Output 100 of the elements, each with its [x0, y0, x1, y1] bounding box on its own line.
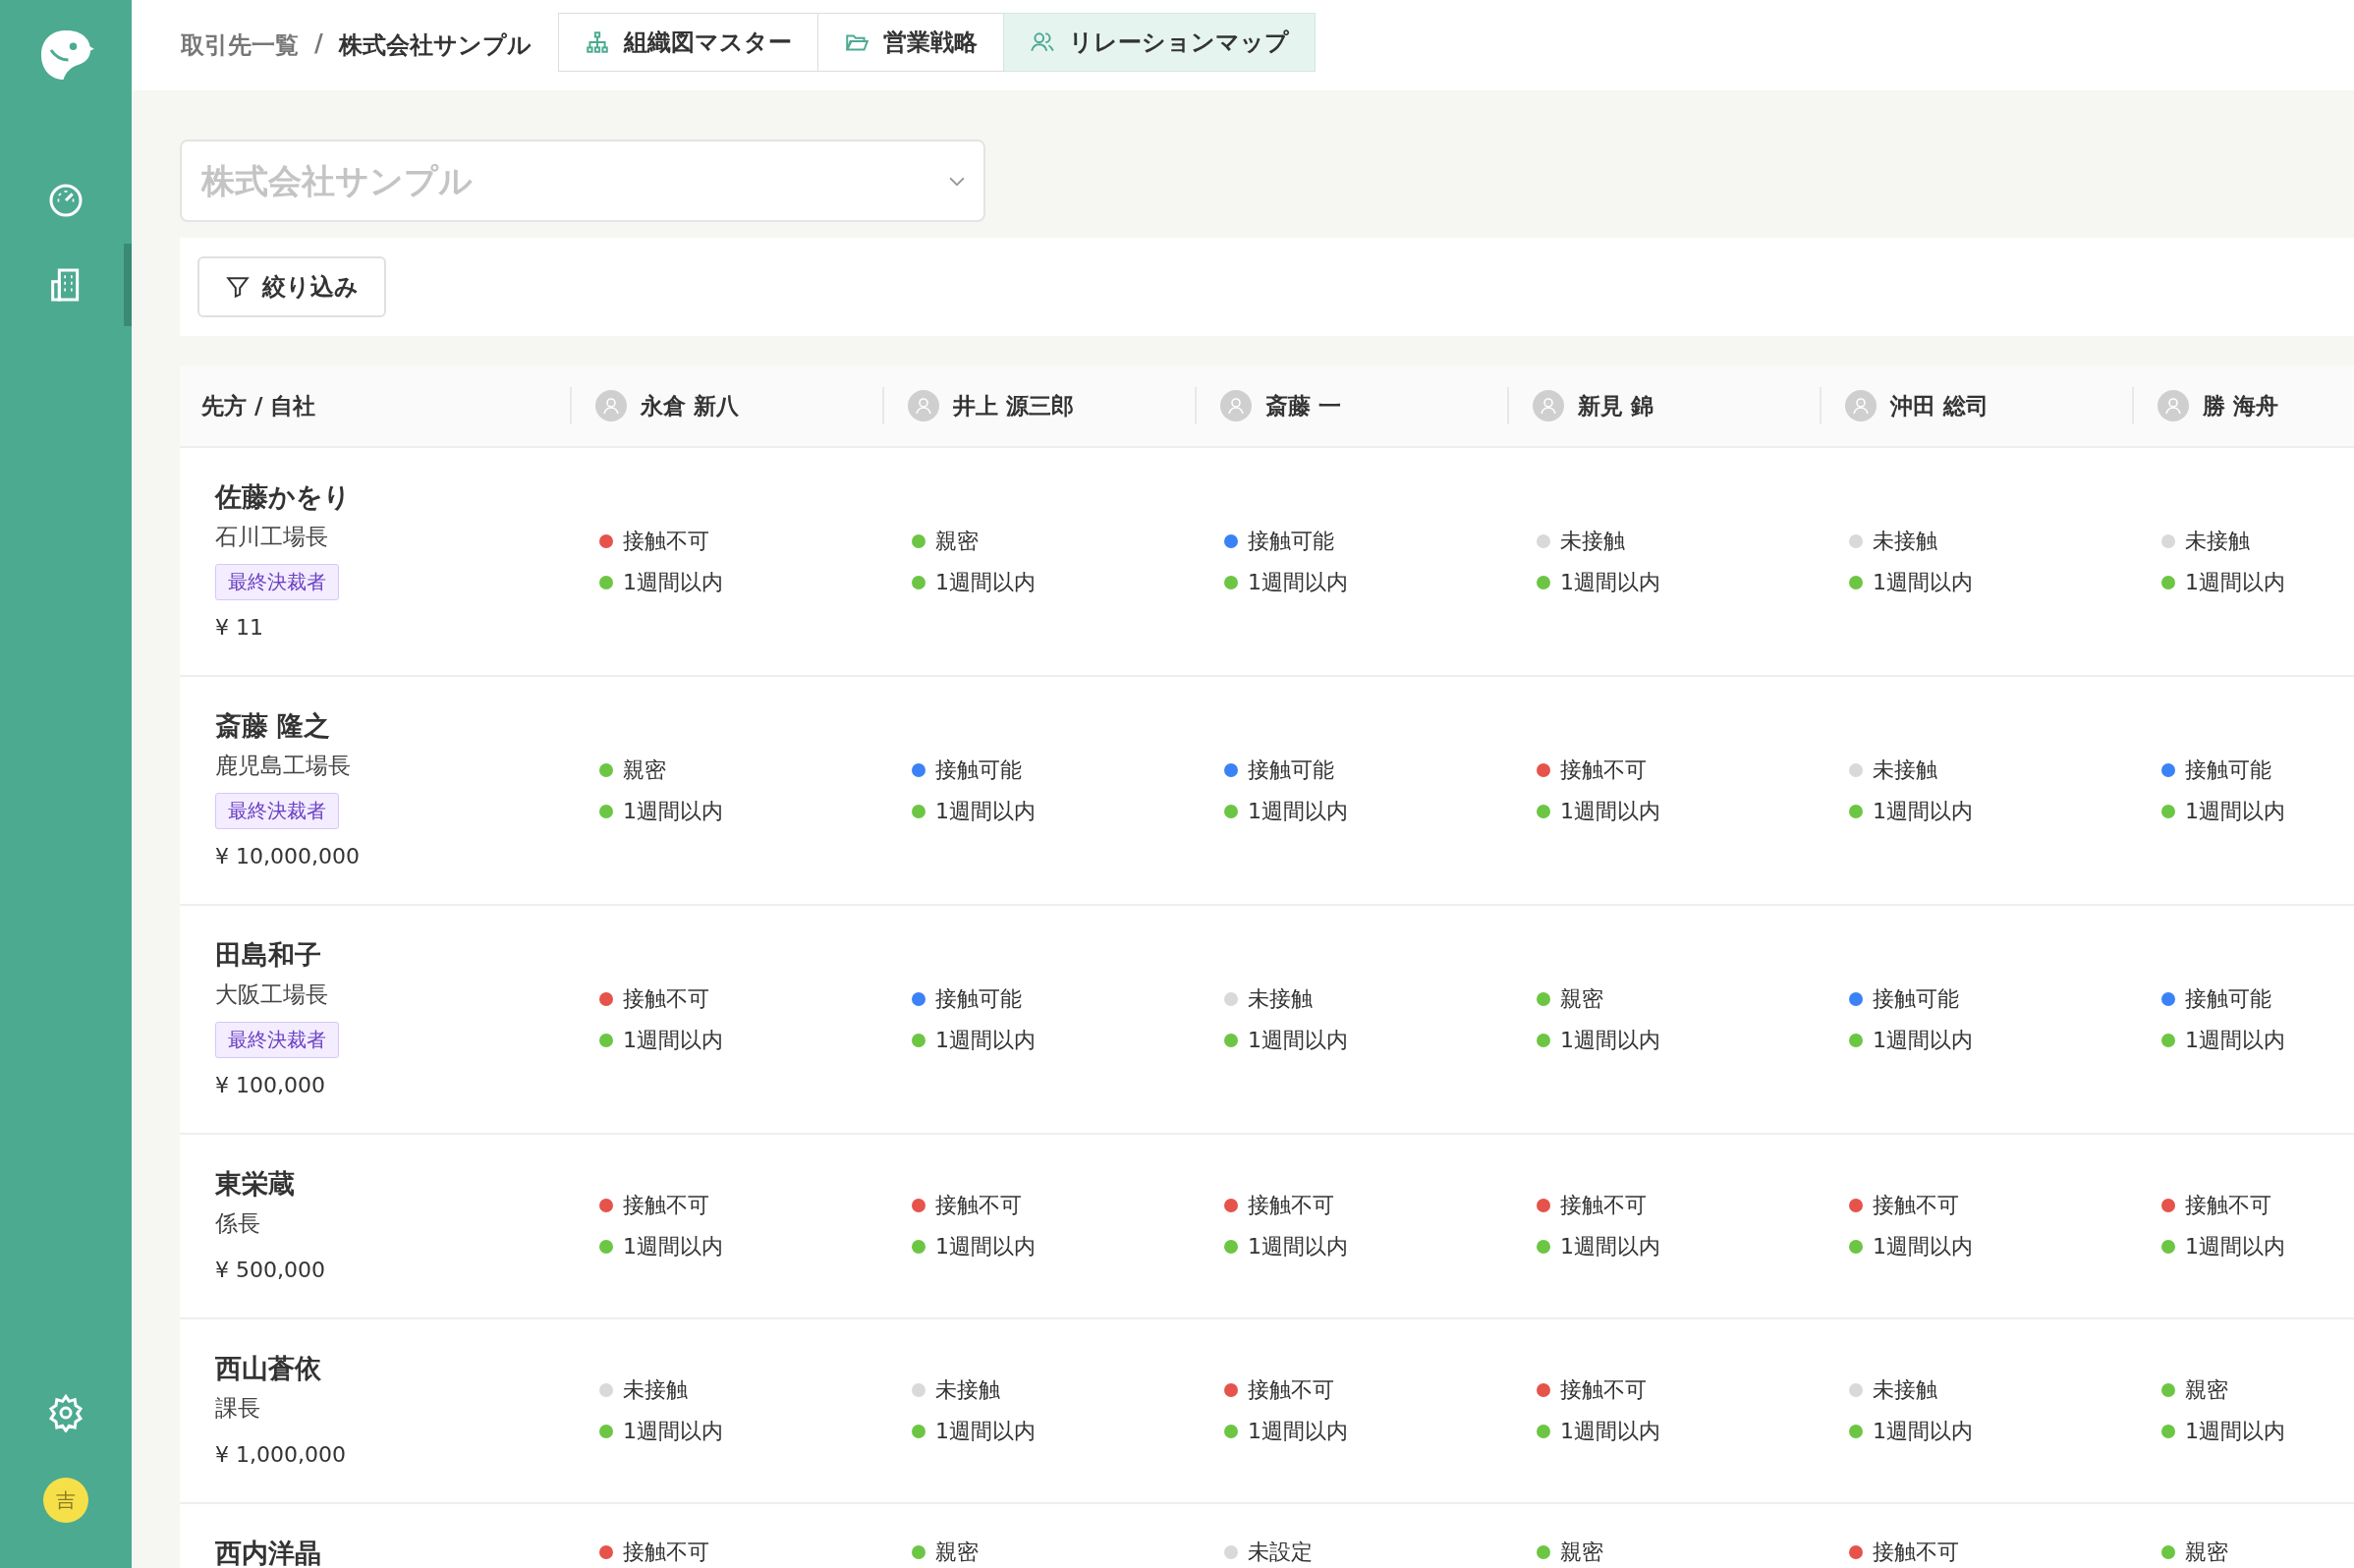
- deal-amount: ¥ 1,000,000: [215, 1441, 346, 1469]
- person-title: 課長: [215, 1394, 260, 1423]
- last-contact: 1週間以内: [2185, 568, 2285, 596]
- last-contact: 1週間以内: [935, 797, 1036, 825]
- relation-status: 接触不可: [623, 1192, 709, 1219]
- last-contact: 1週間以内: [623, 797, 723, 825]
- column-header: 井上 源三郎: [953, 391, 1074, 420]
- last-contact: 1週間以内: [1248, 1026, 1348, 1054]
- person-name: 斎藤 隆之: [215, 709, 331, 743]
- person-avatar-icon: [1220, 390, 1252, 421]
- person-avatar-icon: [1845, 390, 1877, 421]
- person-name: 西山蒼依: [215, 1352, 321, 1385]
- last-contact: 1週間以内: [2185, 1233, 2285, 1260]
- person-title: 係長: [215, 1209, 260, 1238]
- relation-status: 接触可能: [1248, 756, 1334, 784]
- person-name: 西内洋晶: [215, 1537, 321, 1568]
- breadcrumb-link[interactable]: 取引先一覧: [181, 29, 299, 61]
- person-name: 佐藤かをり: [215, 480, 351, 514]
- last-contact: 1週間以内: [1248, 1233, 1348, 1260]
- deal-amount: ¥ 10,000,000: [215, 843, 360, 870]
- last-contact: 1週間以内: [935, 1233, 1036, 1260]
- relation-status: 接触不可: [623, 527, 709, 555]
- last-contact: 1週間以内: [1248, 797, 1348, 825]
- relation-status: 接触可能: [1873, 984, 1959, 1013]
- last-contact: 1週間以内: [935, 1026, 1036, 1054]
- column-header: 先方 / 自社: [201, 391, 316, 420]
- relation-status: 未接触: [1560, 527, 1625, 555]
- last-contact: 1週間以内: [1560, 797, 1660, 825]
- relation-status: 未接触: [1873, 1376, 1937, 1404]
- relation-status: 接触不可: [1248, 1192, 1334, 1219]
- relation-status: 接触可能: [1248, 527, 1334, 555]
- breadcrumb-current: 株式会社サンプル: [338, 30, 532, 61]
- person-name: 東栄蔵: [215, 1167, 295, 1201]
- column-header: 永倉 新八: [641, 391, 739, 420]
- filter-icon: [225, 274, 251, 300]
- last-contact: 1週間以内: [935, 1418, 1036, 1445]
- relation-status: 未接触: [1873, 527, 1937, 555]
- relation-status: 接触不可: [2185, 1192, 2271, 1219]
- last-contact: 1週間以内: [1873, 1418, 1973, 1445]
- last-contact: 1週間以内: [2185, 797, 2285, 825]
- relation-status: 未接触: [2185, 527, 2250, 555]
- relation-status: 未接触: [1873, 756, 1937, 784]
- tab[interactable]: リレーションマップ: [1002, 13, 1316, 72]
- column-header: 沖田 総司: [1890, 391, 1989, 420]
- person-avatar-icon: [1533, 390, 1564, 421]
- relation-status: 接触可能: [935, 756, 1022, 784]
- last-contact: 1週間以内: [623, 1233, 723, 1260]
- decision-maker-tag: 最終決裁者: [215, 564, 339, 600]
- column-header: 斎藤 一: [1265, 391, 1341, 420]
- relation-status: 親密: [1560, 984, 1603, 1013]
- person-avatar-icon: [908, 390, 939, 421]
- last-contact: 1週間以内: [1560, 1418, 1660, 1445]
- filter-button[interactable]: 絞り込み: [197, 256, 386, 317]
- person-title: 大阪工場長: [215, 980, 328, 1009]
- last-contact: 1週間以内: [935, 568, 1036, 596]
- relation-status: 接触不可: [623, 984, 709, 1013]
- tab[interactable]: 組織図マスター: [557, 13, 818, 72]
- last-contact: 1週間以内: [2185, 1026, 2285, 1054]
- person-avatar-icon: [595, 390, 627, 421]
- relation-status: 親密: [935, 1539, 979, 1566]
- person-avatar-icon: [2158, 390, 2189, 421]
- last-contact: 1週間以内: [1873, 1026, 1973, 1054]
- last-contact: 1週間以内: [2185, 1418, 2285, 1445]
- last-contact: 1週間以内: [1248, 1418, 1348, 1445]
- last-contact: 1週間以内: [1560, 568, 1660, 596]
- relation-status: 接触不可: [1248, 1376, 1334, 1404]
- person-name: 田島和子: [215, 938, 321, 972]
- relation-status: 未接触: [1248, 984, 1313, 1013]
- relation-status: 親密: [1560, 1539, 1603, 1566]
- relation-status: 未接触: [623, 1376, 688, 1404]
- person-title: 鹿児島工場長: [215, 752, 351, 780]
- relation-status: 接触可能: [2185, 984, 2271, 1013]
- decision-maker-tag: 最終決裁者: [215, 1022, 339, 1058]
- deal-amount: ¥ 100,000: [215, 1072, 325, 1099]
- person-title: 石川工場長: [215, 523, 328, 551]
- relation-status: 接触不可: [623, 1539, 709, 1566]
- relation-status: 親密: [2185, 1539, 2228, 1566]
- column-header: 新見 錦: [1578, 391, 1653, 420]
- last-contact: 1週間以内: [1560, 1233, 1660, 1260]
- relation-status: 接触不可: [1873, 1192, 1959, 1219]
- deal-amount: ¥ 500,000: [215, 1257, 325, 1284]
- deal-amount: ¥ 11: [215, 614, 263, 642]
- relation-status: 未接触: [935, 1376, 1000, 1404]
- last-contact: 1週間以内: [1873, 1233, 1973, 1260]
- relation-status: 親密: [2185, 1376, 2228, 1404]
- tab[interactable]: 営業戦略: [816, 13, 1004, 72]
- last-contact: 1週間以内: [1560, 1026, 1660, 1054]
- last-contact: 1週間以内: [1248, 568, 1348, 596]
- relation-status: 接触可能: [2185, 756, 2271, 784]
- relation-status: 接触不可: [935, 1192, 1022, 1219]
- last-contact: 1週間以内: [623, 568, 723, 596]
- last-contact: 1週間以内: [623, 1418, 723, 1445]
- relation-status: 親密: [935, 527, 979, 555]
- relation-status: 未設定: [1248, 1539, 1313, 1566]
- relation-status: 親密: [623, 756, 666, 784]
- last-contact: 1週間以内: [623, 1026, 723, 1054]
- relation-status: 接触不可: [1873, 1539, 1959, 1566]
- settings-icon[interactable]: [46, 1393, 85, 1432]
- relation-status: 接触不可: [1560, 1376, 1647, 1404]
- decision-maker-tag: 最終決裁者: [215, 793, 339, 829]
